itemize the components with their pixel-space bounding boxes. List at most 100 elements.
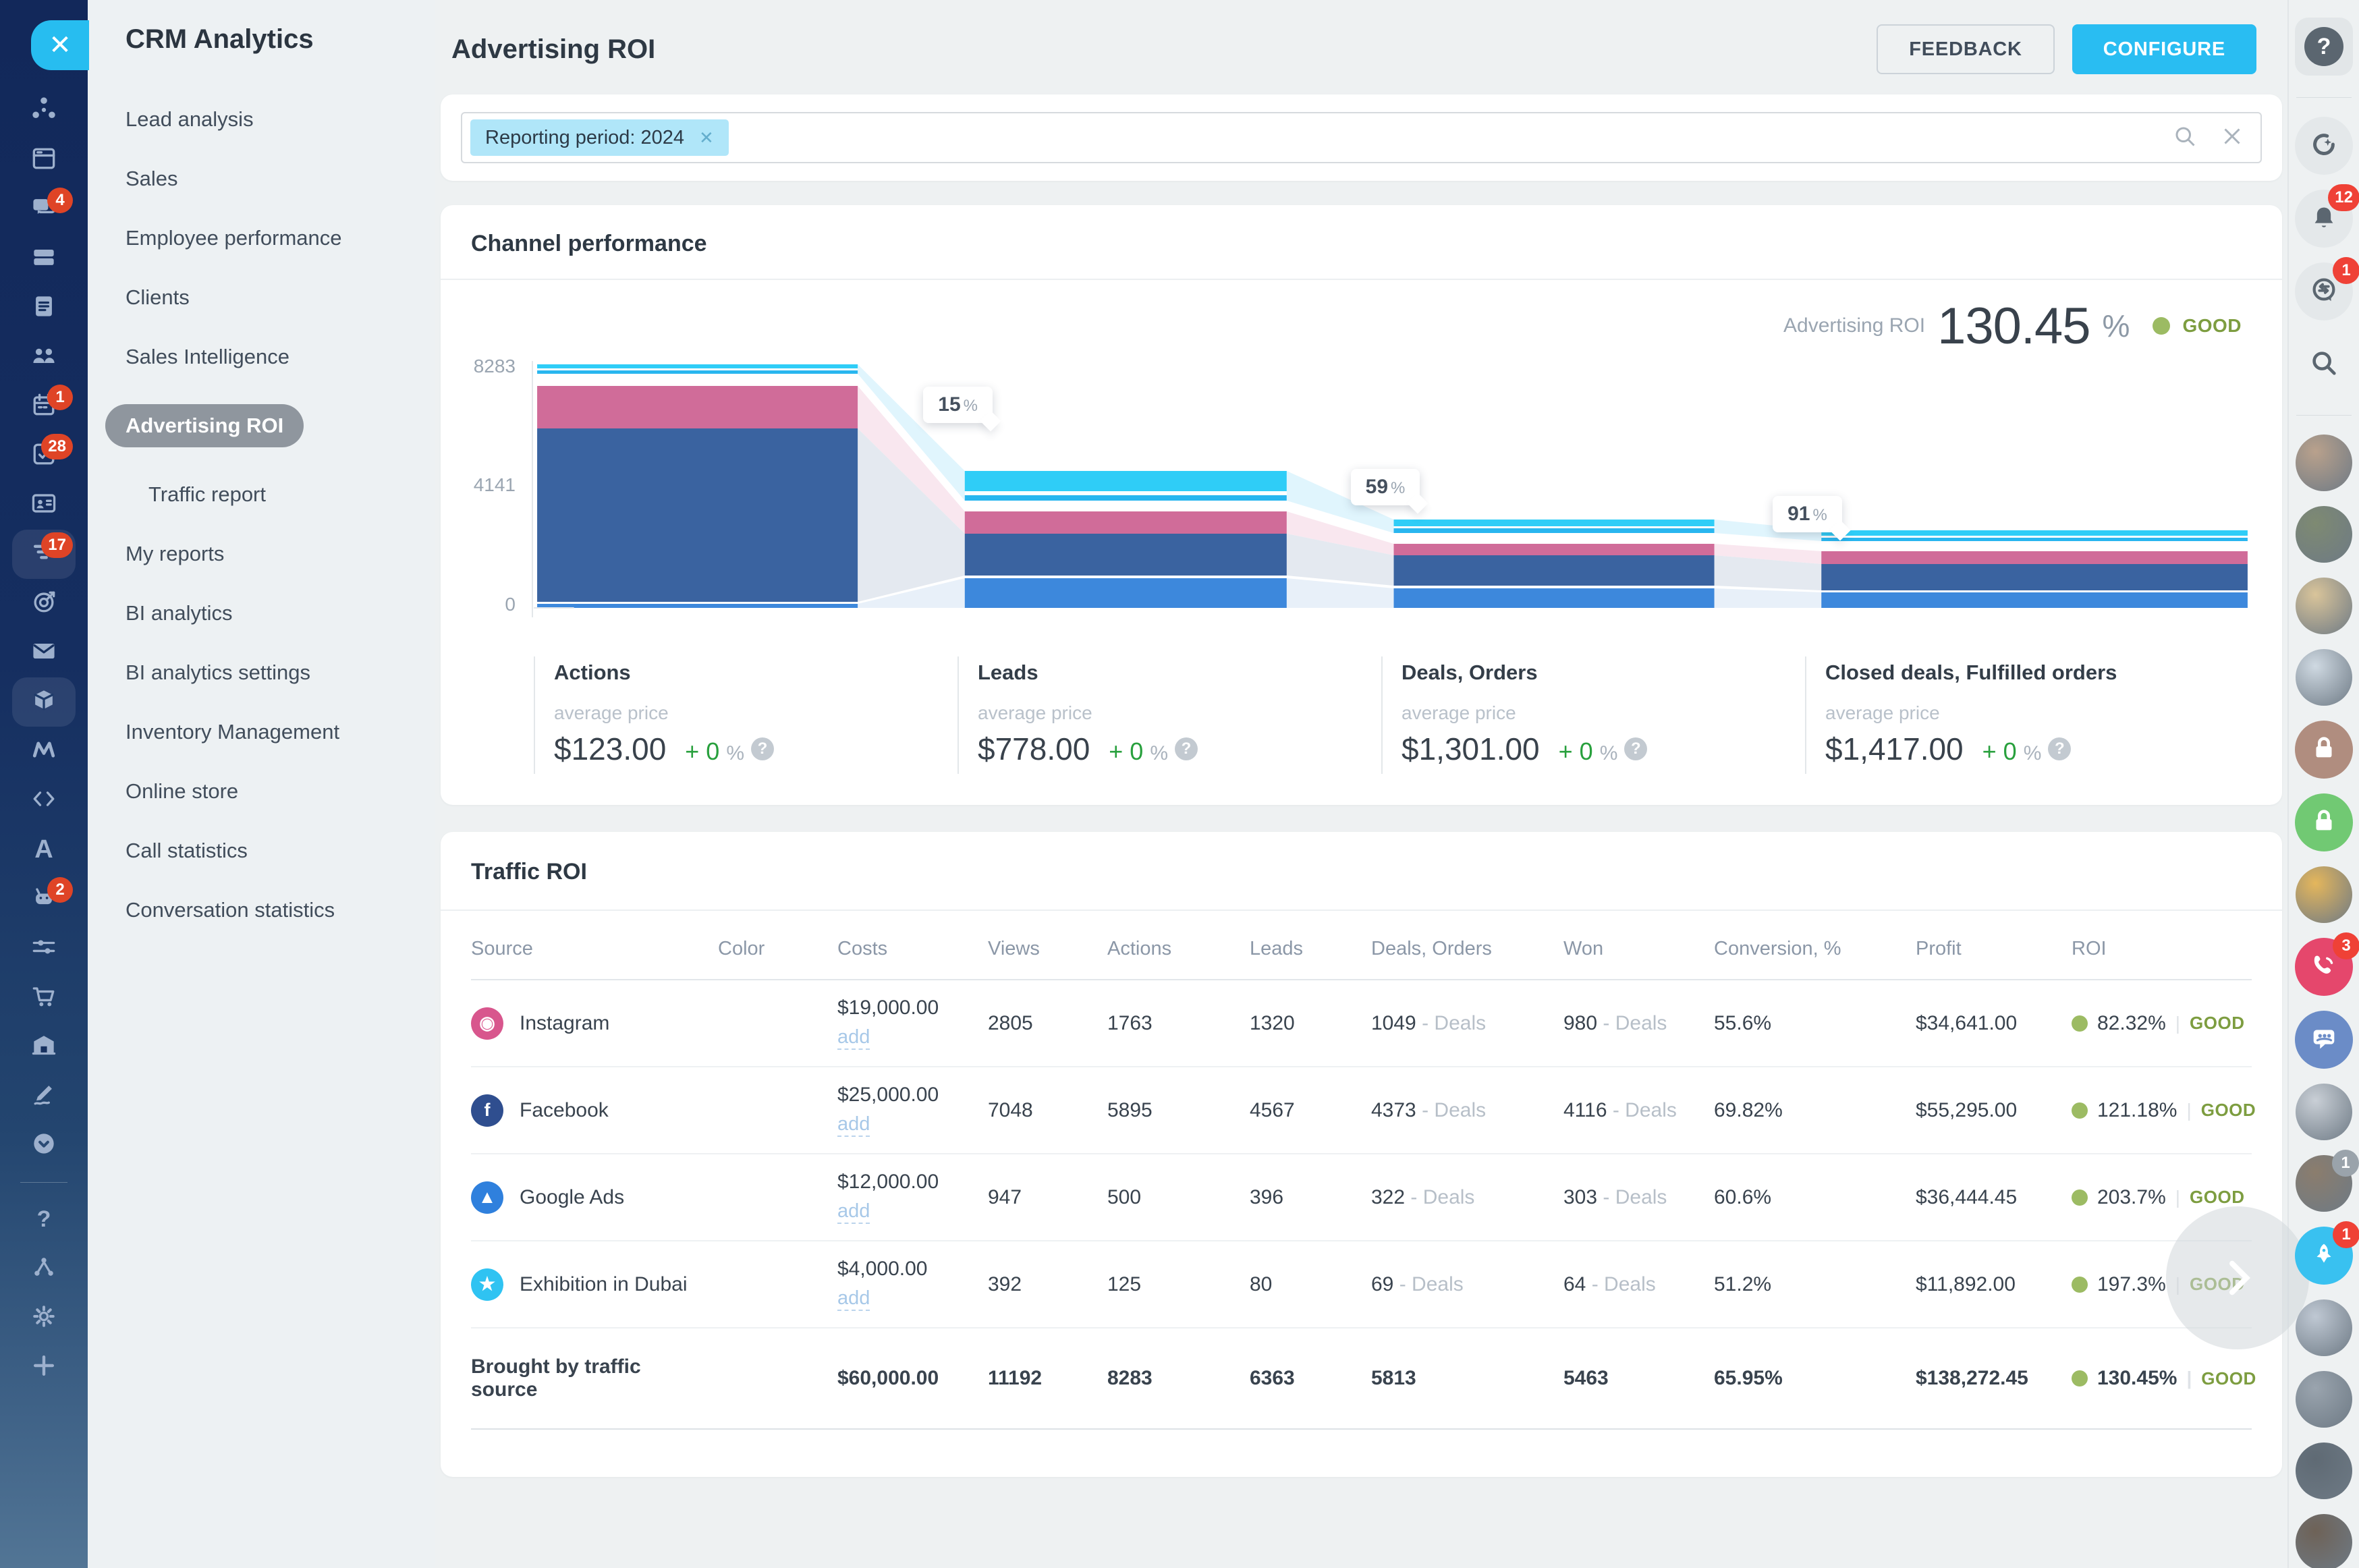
rail-item-sliders[interactable] <box>12 924 76 973</box>
chat-tile-phone[interactable]: 3 <box>2295 938 2353 996</box>
rail-item-code[interactable] <box>12 776 76 825</box>
mail-icon <box>29 636 59 669</box>
sidebar-item-clients[interactable]: Clients <box>126 285 190 310</box>
rail-item-document[interactable] <box>12 283 76 333</box>
avatar[interactable] <box>2296 649 2352 706</box>
help-button[interactable]: ? <box>2295 18 2353 76</box>
avatar[interactable] <box>2296 1371 2352 1428</box>
stage-delta-unit: % <box>1600 742 1618 765</box>
avatar[interactable] <box>2296 1084 2352 1140</box>
rail-item-mail[interactable] <box>12 628 76 677</box>
stage-price: $778.00 <box>978 731 1090 767</box>
rail-item-calendar[interactable]: 1 <box>12 382 76 431</box>
rail-item-clock[interactable] <box>12 1121 76 1170</box>
chat-tile-lock[interactable] <box>2295 721 2353 779</box>
stage-average-price-label: average price <box>978 702 1381 724</box>
configure-button[interactable]: CONFIGURE <box>2072 24 2256 74</box>
avatar[interactable] <box>2296 578 2352 634</box>
sidebar-item-sales[interactable]: Sales <box>126 167 178 191</box>
rail-item-cart[interactable] <box>12 973 76 1022</box>
close-sidebar-button[interactable]: ✕ <box>31 20 89 70</box>
help-icon[interactable]: ? <box>1175 737 1198 760</box>
rail-item-hub[interactable] <box>12 86 76 136</box>
chat-tile-rocket[interactable]: 1 <box>2295 1227 2353 1285</box>
help-icon[interactable]: ? <box>751 737 774 760</box>
avatar[interactable]: 1 <box>2296 1155 2352 1212</box>
table-next-page-button[interactable] <box>2166 1206 2309 1349</box>
chat-tile-lock[interactable] <box>2295 793 2353 851</box>
avatar[interactable] <box>2296 506 2352 563</box>
filter-tag-reporting-period[interactable]: Reporting period: 2024 ✕ <box>470 119 729 156</box>
app-title: CRM Analytics <box>126 24 435 55</box>
rail-item-users[interactable] <box>12 333 76 382</box>
sidebar-item-advertising-roi[interactable]: Advertising ROI <box>105 404 304 447</box>
rail-item-tasks[interactable]: 28 <box>12 431 76 480</box>
sidebar-item-inventory-management[interactable]: Inventory Management <box>126 720 339 744</box>
search-icon[interactable] <box>2173 124 2197 152</box>
table-row-google-ads[interactable]: ▲ Google Ads $12,000.00add 947 500 396 3… <box>471 1154 2252 1241</box>
kpi-unit: % <box>2103 308 2130 344</box>
rail-item-funnel[interactable]: 17 <box>12 530 76 579</box>
chat-tile-team-chat[interactable] <box>2295 1011 2353 1069</box>
sidebar-item-call-statistics[interactable]: Call statistics <box>126 839 248 863</box>
messenger-button[interactable]: 1 <box>2295 262 2353 320</box>
rail-item-plus[interactable] <box>12 1343 76 1392</box>
server-icon <box>29 242 59 275</box>
rail-item-panel[interactable] <box>12 136 76 185</box>
rail-item-share[interactable] <box>12 1244 76 1293</box>
search-button[interactable] <box>2295 335 2353 393</box>
avatar[interactable] <box>2296 1514 2352 1568</box>
add-cost-link[interactable]: add <box>837 1200 870 1224</box>
table-row-facebook[interactable]: f Facebook $25,000.00add 7048 5895 4567 … <box>471 1067 2252 1154</box>
conversion-tooltip: 59% <box>1351 469 1420 505</box>
filter-input[interactable]: Reporting period: 2024 ✕ <box>461 112 2262 163</box>
rail-item-cube[interactable] <box>12 677 76 727</box>
sidebar-item-bi-analytics-settings[interactable]: BI analytics settings <box>126 661 310 685</box>
rail-item-robot[interactable]: 2 <box>12 874 76 924</box>
won-value: 64 - Deals <box>1563 1273 1714 1296</box>
add-cost-link[interactable]: add <box>837 1113 870 1137</box>
rail-item-help[interactable]: ? <box>12 1195 76 1244</box>
sidebar-item-employee-performance[interactable]: Employee performance <box>126 226 342 250</box>
help-icon[interactable]: ? <box>1624 737 1647 760</box>
bell-button[interactable]: 12 <box>2295 190 2353 248</box>
help-icon[interactable]: ? <box>2048 737 2071 760</box>
avatar[interactable] <box>2296 435 2352 491</box>
rail-item-contact-card[interactable] <box>12 480 76 530</box>
sidebar-item-traffic-report[interactable]: Traffic report <box>148 482 266 507</box>
feedback-button[interactable]: FEEDBACK <box>1877 24 2055 74</box>
add-cost-link[interactable]: add <box>837 1287 870 1311</box>
status-badge: GOOD <box>2182 315 2242 337</box>
sidebar-item-bi-analytics[interactable]: BI analytics <box>126 601 233 625</box>
rail-item-target[interactable] <box>12 579 76 628</box>
avatar[interactable] <box>2296 1443 2352 1499</box>
rail-item-pen[interactable] <box>12 1071 76 1121</box>
rail-item-server[interactable] <box>12 234 76 283</box>
user-avatar-image <box>2296 1371 2352 1428</box>
table-row-instagram[interactable]: ◉ Instagram $19,000.00add 2805 1763 1320… <box>471 980 2252 1067</box>
rail-item-letter-a[interactable]: A <box>12 825 76 874</box>
rail-divider <box>2296 415 2352 416</box>
sidebar-item-sales-intelligence[interactable]: Sales Intelligence <box>126 345 289 369</box>
clear-filter-icon[interactable] <box>2220 124 2244 152</box>
add-cost-link[interactable]: add <box>837 1026 870 1050</box>
avatar[interactable] <box>2296 866 2352 923</box>
rail-divider <box>20 1182 67 1183</box>
leads-value: 396 <box>1250 1186 1371 1209</box>
copilot-button[interactable] <box>2295 117 2353 175</box>
status-dot <box>2072 1015 2088 1032</box>
rail-item-gear[interactable] <box>12 1293 76 1343</box>
sidebar-item-lead-analysis[interactable]: Lead analysis <box>126 107 254 132</box>
plus-icon <box>29 1351 59 1384</box>
table-row-exhibition-in-dubai[interactable]: ★ Exhibition in Dubai $4,000.00add 392 1… <box>471 1241 2252 1328</box>
rail-item-warehouse[interactable] <box>12 1022 76 1071</box>
sidebar-item-conversation-statistics[interactable]: Conversation statistics <box>126 898 335 922</box>
stage-delta: + 0 <box>685 737 719 766</box>
sidebar-item-my-reports[interactable]: My reports <box>126 542 224 566</box>
avatar[interactable] <box>2296 1299 2352 1356</box>
remove-filter-icon[interactable]: ✕ <box>699 128 714 148</box>
rail-item-chat[interactable]: 4 <box>12 185 76 234</box>
sidebar-item-online-store[interactable]: Online store <box>126 779 238 804</box>
target-icon <box>29 587 59 620</box>
rail-item-m-logo[interactable] <box>12 727 76 776</box>
